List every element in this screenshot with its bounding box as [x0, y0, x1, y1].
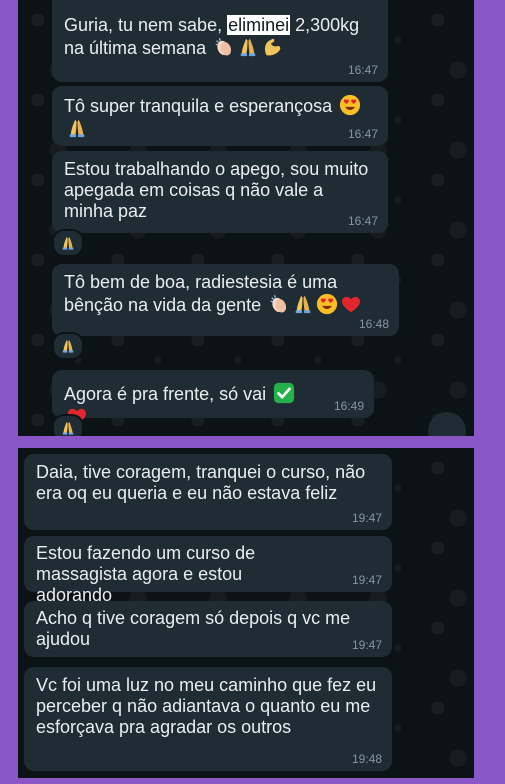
message-bubble[interactable]: Estou fazendo um curso de massagista ago… [24, 536, 392, 605]
message-text: Estou trabalhando o apego, sou muito ape… [64, 159, 369, 221]
chat-screenshot-top: Guria, tu nem sabe, eliminei 2,300kg na … [18, 0, 474, 436]
message-time: 19:48 [351, 752, 382, 766]
message-reaction[interactable] [52, 414, 84, 436]
message-text: Guria, tu nem sabe, [64, 15, 228, 35]
heart-eyes-icon [316, 293, 338, 315]
message-reaction[interactable] [52, 229, 84, 257]
pray-icon [237, 36, 259, 58]
message-time: 19:47 [351, 511, 382, 525]
pray-icon [292, 293, 314, 315]
message-time: 19:47 [351, 638, 382, 652]
message-text: Acho q tive coragem só depois q vc me aj… [36, 608, 351, 649]
check-mark-icon [273, 382, 295, 404]
message-time: 16:47 [347, 127, 378, 141]
message-text: Estou fazendo um curso de massagista ago… [36, 543, 256, 605]
message-text: Agora é pra frente, só vai [64, 384, 267, 404]
message-reaction[interactable] [52, 332, 84, 360]
chat-screenshot-bottom: Daia, tive coragem, tranquei o curso, nã… [18, 448, 474, 778]
pray-icon [60, 338, 76, 354]
message-time: 19:47 [351, 573, 382, 587]
pray-icon [66, 117, 88, 139]
message-time: 16:49 [333, 399, 364, 413]
scroll-down-button[interactable] [428, 412, 466, 436]
message-bubble[interactable]: Agora é pra frente, só vai 16:49 [52, 370, 374, 418]
message-time: 16:47 [347, 63, 378, 77]
message-time: 16:48 [358, 317, 389, 331]
message-bubble[interactable]: Tô super tranquila e esperançosa 16:47 [52, 86, 388, 146]
heart-eyes-icon [339, 94, 361, 116]
message-bubble[interactable]: Vc foi uma luz no meu caminho que fez eu… [24, 667, 392, 771]
message-time: 16:47 [347, 214, 378, 228]
highlighted-word: eliminei [227, 15, 291, 35]
message-text: Tô super tranquila e esperançosa [64, 96, 333, 116]
message-bubble[interactable]: Tô bem de boa, radiestesia é uma bênção … [52, 264, 399, 336]
clapping-hands-icon [213, 36, 235, 58]
flexed-biceps-icon [261, 36, 283, 58]
message-text: Vc foi uma luz no meu caminho que fez eu… [36, 675, 377, 737]
message-bubble[interactable]: Guria, tu nem sabe, eliminei 2,300kg na … [52, 0, 388, 82]
red-heart-icon [340, 293, 362, 315]
message-text: Daia, tive coragem, tranquei o curso, nã… [36, 462, 366, 503]
message-bubble[interactable]: Acho q tive coragem só depois q vc me aj… [24, 601, 392, 657]
clapping-hands-icon [268, 293, 290, 315]
pray-icon [60, 235, 76, 251]
message-bubble[interactable]: Estou trabalhando o apego, sou muito ape… [52, 151, 388, 233]
pray-icon [60, 420, 76, 436]
message-bubble[interactable]: Daia, tive coragem, tranquei o curso, nã… [24, 454, 392, 530]
